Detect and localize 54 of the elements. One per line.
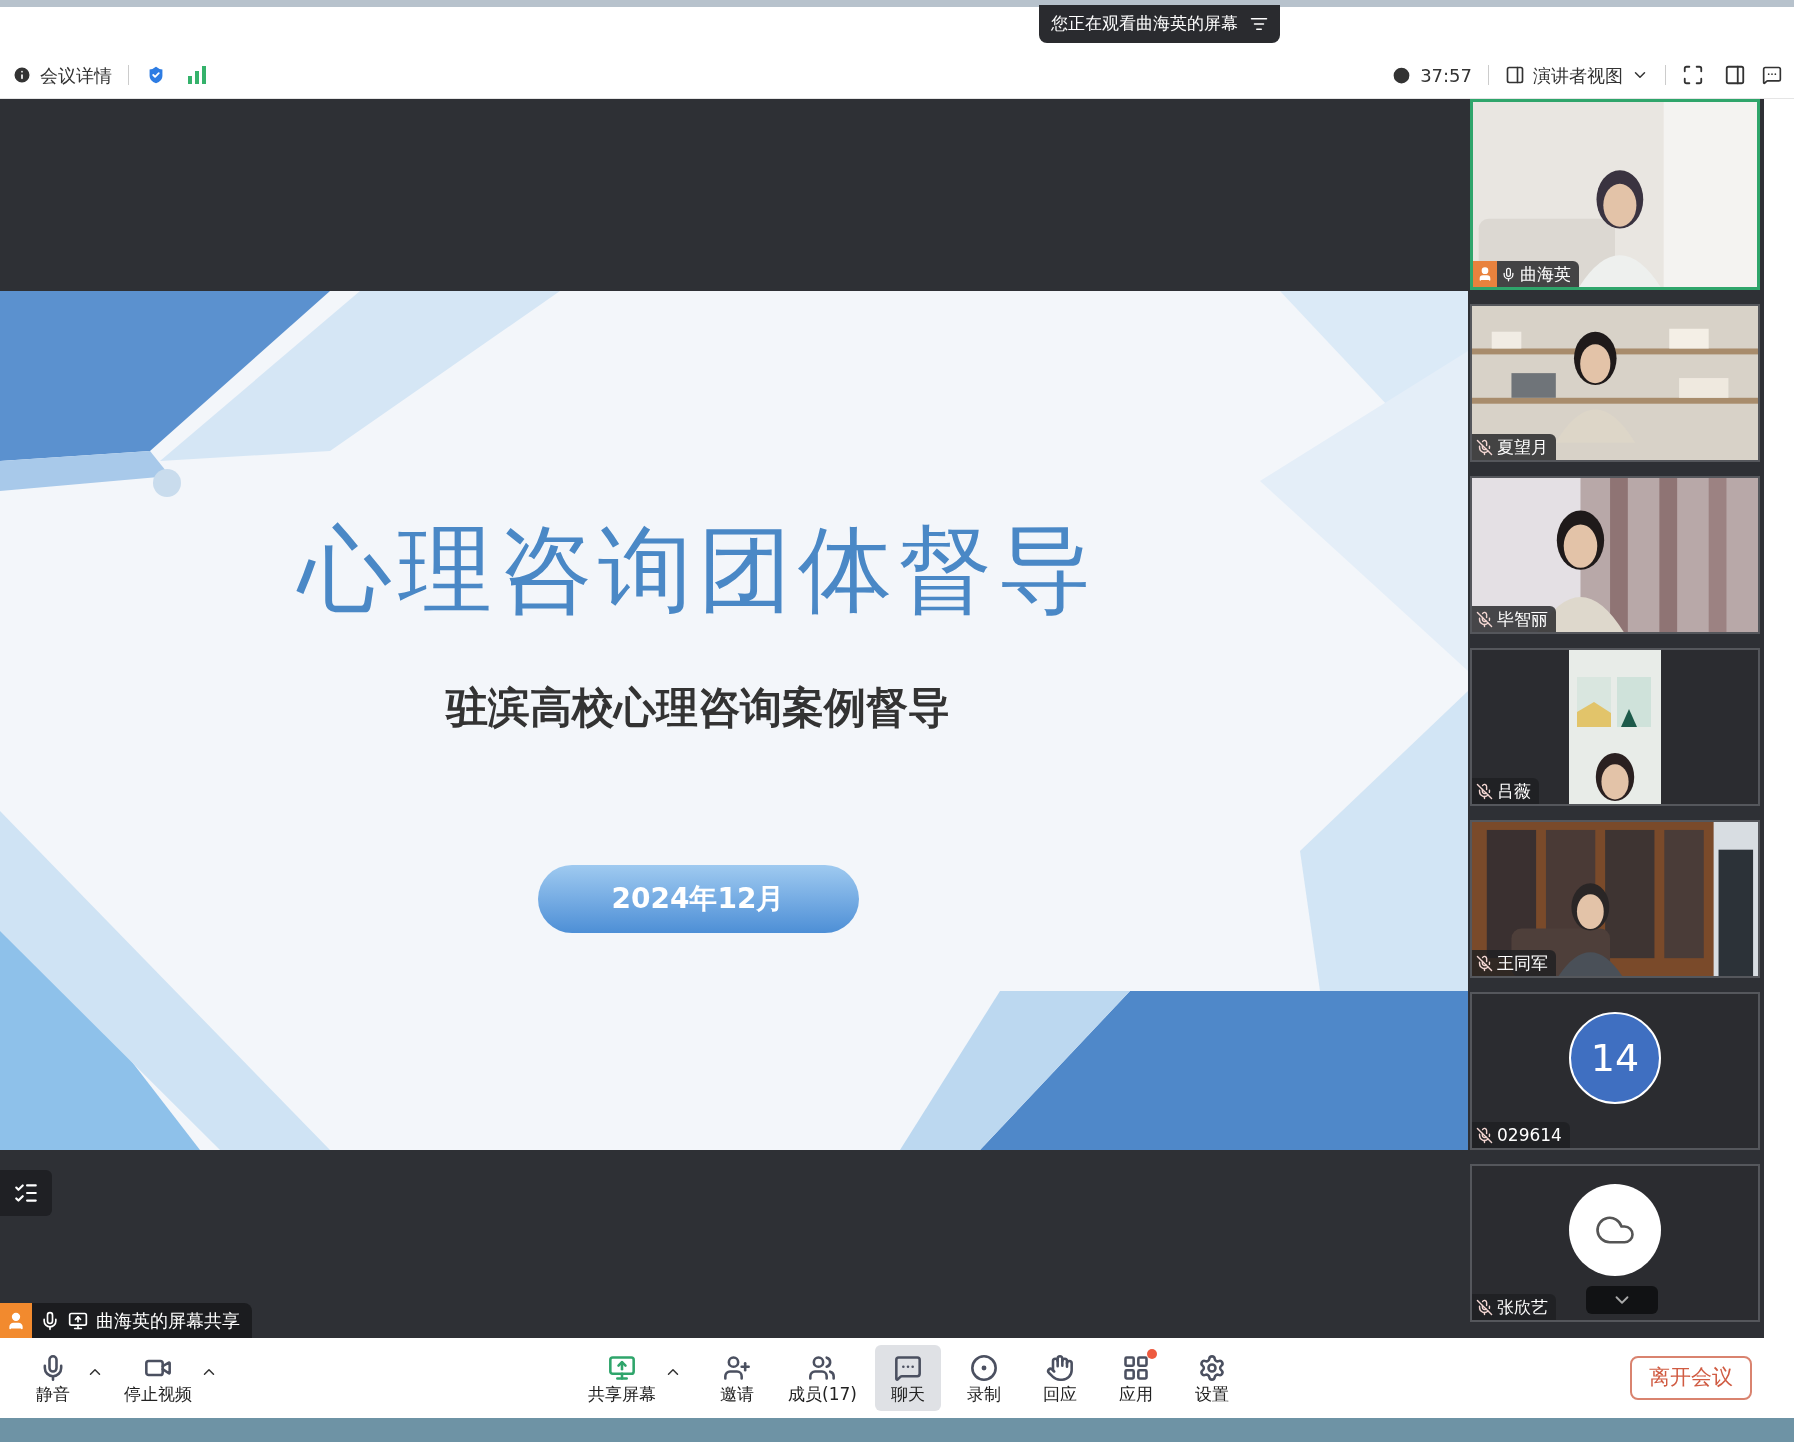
viewing-banner[interactable]: 您正在观看曲海英的屏幕 xyxy=(1039,5,1280,43)
signal-icon[interactable] xyxy=(187,66,207,84)
toolbar-button[interactable]: 邀请 xyxy=(704,1345,770,1411)
video-tile[interactable]: 吕薇 xyxy=(1470,648,1760,806)
toolbar-button[interactable]: 停止视频 xyxy=(116,1345,200,1411)
hand-icon xyxy=(1045,1353,1074,1382)
meeting-timer: 37:57 xyxy=(1420,63,1472,88)
participant-name: 毕智丽 xyxy=(1497,610,1548,628)
toolbar-button[interactable]: 录制 xyxy=(950,1345,1017,1411)
share-screen-icon xyxy=(608,1353,636,1382)
add-user-icon xyxy=(723,1353,751,1382)
participant-name: 曲海英 xyxy=(1520,265,1571,283)
slide-subtitle: 驻滨高校心理咨询案例督导 xyxy=(446,687,950,729)
video-tile[interactable]: 曲海英 xyxy=(1470,99,1760,290)
participant-name: 029614 xyxy=(1497,1126,1562,1144)
toolbar-button[interactable]: 回应 xyxy=(1026,1345,1093,1411)
toolbar-button[interactable]: 应用 xyxy=(1102,1345,1169,1411)
toolbar-button[interactable]: 聊天 xyxy=(874,1345,941,1411)
share-label-text: 曲海英的屏幕共享 xyxy=(96,1309,240,1333)
screen-share-icon xyxy=(68,1310,88,1331)
video-tile[interactable]: 王同军 xyxy=(1470,820,1760,978)
video-tile[interactable]: 张欣艺 xyxy=(1470,1164,1760,1322)
avatar: 14 xyxy=(1569,1012,1661,1104)
microphone-icon xyxy=(40,1310,60,1331)
toolbar-button[interactable]: 设置 xyxy=(1178,1345,1245,1411)
toolbar-button[interactable]: 静音 xyxy=(20,1345,86,1411)
video-tile[interactable]: 夏望月 xyxy=(1470,304,1760,462)
view-dropdown[interactable]: 演讲者视图 xyxy=(1505,61,1649,89)
settings-icon xyxy=(1197,1353,1226,1382)
banner-text: 您正在观看曲海英的屏幕 xyxy=(1051,12,1238,36)
video-tile[interactable]: 14 029614 xyxy=(1470,992,1760,1150)
info-icon[interactable] xyxy=(12,65,32,85)
layout-icon xyxy=(1505,65,1525,85)
participant-name: 张欣艺 xyxy=(1497,1298,1548,1316)
meeting-details-link[interactable]: 会议详情 xyxy=(40,61,112,89)
slide-title: 心理咨询团体督导 xyxy=(298,523,1098,617)
user-icon xyxy=(6,1310,26,1331)
fullscreen-icon[interactable] xyxy=(1682,64,1704,86)
chat-icon xyxy=(893,1353,922,1382)
list-button[interactable] xyxy=(0,1170,52,1216)
toolbar-button[interactable]: 共享屏幕 xyxy=(580,1345,664,1411)
leave-meeting-button[interactable]: 离开会议 xyxy=(1630,1356,1752,1400)
video-tile[interactable]: 毕智丽 xyxy=(1470,476,1760,634)
menu-icon[interactable] xyxy=(1250,15,1268,33)
sidebar-toggle-icon[interactable] xyxy=(1724,64,1746,86)
participant-name: 夏望月 xyxy=(1497,438,1548,456)
participant-name: 吕薇 xyxy=(1497,782,1531,800)
chat-icon[interactable] xyxy=(1762,65,1782,85)
toolbar-button[interactable]: 成员(17) xyxy=(780,1345,865,1411)
users-icon xyxy=(808,1353,837,1382)
participant-name: 王同军 xyxy=(1497,954,1548,972)
record-icon xyxy=(969,1353,998,1382)
apps-icon xyxy=(1121,1353,1150,1382)
date-pill: 2024年12月 xyxy=(537,865,859,933)
